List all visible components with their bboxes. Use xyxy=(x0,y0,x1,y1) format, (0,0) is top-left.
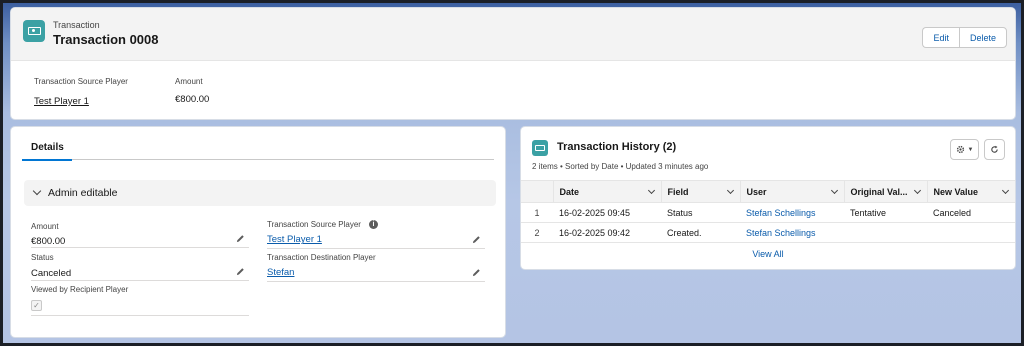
row-number: 2 xyxy=(521,222,553,243)
column-label: Date xyxy=(559,186,580,197)
cell-date: 16-02-2025 09:45 xyxy=(553,202,661,223)
viewed-checkbox: ✓ xyxy=(31,300,42,311)
column-header-field[interactable]: Field xyxy=(661,180,741,203)
history-table: Date Field User Original Val... New Valu… xyxy=(521,180,1015,243)
view-all-link[interactable]: View All xyxy=(521,249,1015,259)
column-header-original-value[interactable]: Original Val... xyxy=(844,180,928,203)
column-header-new-value[interactable]: New Value xyxy=(927,180,1015,203)
field-label: Transaction Source Player xyxy=(267,220,361,229)
refresh-icon xyxy=(991,145,998,153)
pencil-icon[interactable] xyxy=(236,267,245,276)
chevron-down-icon xyxy=(32,186,42,196)
field-source-player: Transaction Source Player i Test Player 1 xyxy=(267,220,485,249)
cell-field: Status xyxy=(661,202,740,223)
settings-menu-button[interactable]: ▼ xyxy=(950,139,979,160)
field-viewed-by-recipient: Viewed by Recipient Player ✓ xyxy=(31,285,249,316)
tab-bar: Details xyxy=(22,139,494,161)
field-value: Canceled xyxy=(31,268,72,279)
highlight-value: €800.00 xyxy=(175,94,210,105)
related-list-subtitle: 2 items • Sorted by Date • Updated 3 min… xyxy=(532,162,709,171)
gear-icon xyxy=(956,145,964,154)
field-status: Status Canceled xyxy=(31,253,249,281)
record-title: Transaction 0008 xyxy=(53,32,159,47)
info-icon[interactable]: i xyxy=(368,220,378,230)
chevron-down-icon[interactable] xyxy=(647,186,655,195)
related-list-title[interactable]: Transaction History (2) xyxy=(557,141,676,153)
record-header-bar: Transaction Transaction 0008 Edit Delete xyxy=(11,8,1015,61)
column-label: New Value xyxy=(933,186,979,197)
highlight-amount: Amount €800.00 xyxy=(175,77,209,105)
caret-down-icon: ▼ xyxy=(967,146,974,153)
field-label: Status xyxy=(31,253,54,262)
column-header-date[interactable]: Date xyxy=(553,180,662,203)
table-row: 2 16-02-2025 09:42 Created. Stefan Schel… xyxy=(521,222,1015,243)
cell-user-link[interactable]: Stefan Schellings xyxy=(740,222,844,243)
chevron-down-icon[interactable] xyxy=(1001,186,1010,195)
row-number: 1 xyxy=(521,202,553,223)
column-header-user[interactable]: User xyxy=(740,180,845,203)
pencil-icon[interactable] xyxy=(472,268,481,277)
record-header: Transaction Transaction 0008 Edit Delete… xyxy=(11,8,1015,119)
cell-new-value: Canceled xyxy=(927,202,1015,223)
app-background: Transaction Transaction 0008 Edit Delete… xyxy=(3,3,1021,343)
source-player-field-link[interactable]: Test Player 1 xyxy=(267,234,485,246)
column-label: Original Val... xyxy=(850,186,908,197)
destination-player-link[interactable]: Stefan xyxy=(267,267,485,279)
column-label: Field xyxy=(667,186,689,197)
highlight-label: Transaction Source Player xyxy=(34,77,128,86)
field-value: €800.00 xyxy=(31,236,66,247)
field-label: Transaction Destination Player xyxy=(267,253,376,262)
money-icon xyxy=(23,20,45,42)
field-destination-player: Transaction Destination Player Stefan xyxy=(267,253,485,282)
record-actions: Edit Delete xyxy=(922,27,1007,48)
cell-user-link[interactable]: Stefan Schellings xyxy=(740,202,844,223)
cell-new-value xyxy=(927,222,1015,243)
tab-details[interactable]: Details xyxy=(22,142,72,161)
delete-button[interactable]: Delete xyxy=(958,27,1007,48)
section-title: Admin editable xyxy=(48,187,118,199)
table-row: 1 16-02-2025 09:45 Status Stefan Schelli… xyxy=(521,202,1015,223)
highlight-label: Amount xyxy=(175,77,203,86)
source-player-link[interactable]: Test Player 1 xyxy=(34,96,128,107)
pencil-icon[interactable] xyxy=(236,234,245,243)
highlight-source-player: Transaction Source Player Test Player 1 xyxy=(34,77,128,107)
section-admin-editable[interactable]: Admin editable xyxy=(24,180,496,206)
table-header-row: Date Field User Original Val... New Valu… xyxy=(521,180,1015,203)
chevron-down-icon[interactable] xyxy=(726,186,734,195)
column-header-rownum xyxy=(521,180,554,203)
column-label: User xyxy=(746,186,767,197)
field-amount: Amount €800.00 xyxy=(31,222,249,248)
field-label: Viewed by Recipient Player xyxy=(31,285,129,294)
transaction-history-card: Transaction History (2) 2 items • Sorted… xyxy=(521,127,1015,269)
field-label-row: Transaction Source Player i xyxy=(267,220,485,230)
cell-original-value: Tentative xyxy=(844,202,927,223)
details-card: Details Admin editable Amount €800.00 St… xyxy=(11,127,505,337)
refresh-button[interactable] xyxy=(984,139,1005,160)
chevron-down-icon[interactable] xyxy=(913,186,921,195)
pencil-icon[interactable] xyxy=(472,235,481,244)
cell-field: Created. xyxy=(661,222,740,243)
money-icon xyxy=(532,140,548,156)
field-label: Amount xyxy=(31,222,59,231)
cell-original-value xyxy=(844,222,927,243)
cell-date: 16-02-2025 09:42 xyxy=(553,222,661,243)
chevron-down-icon[interactable] xyxy=(830,186,838,195)
object-type-label: Transaction xyxy=(53,20,100,30)
edit-button[interactable]: Edit xyxy=(922,27,959,48)
